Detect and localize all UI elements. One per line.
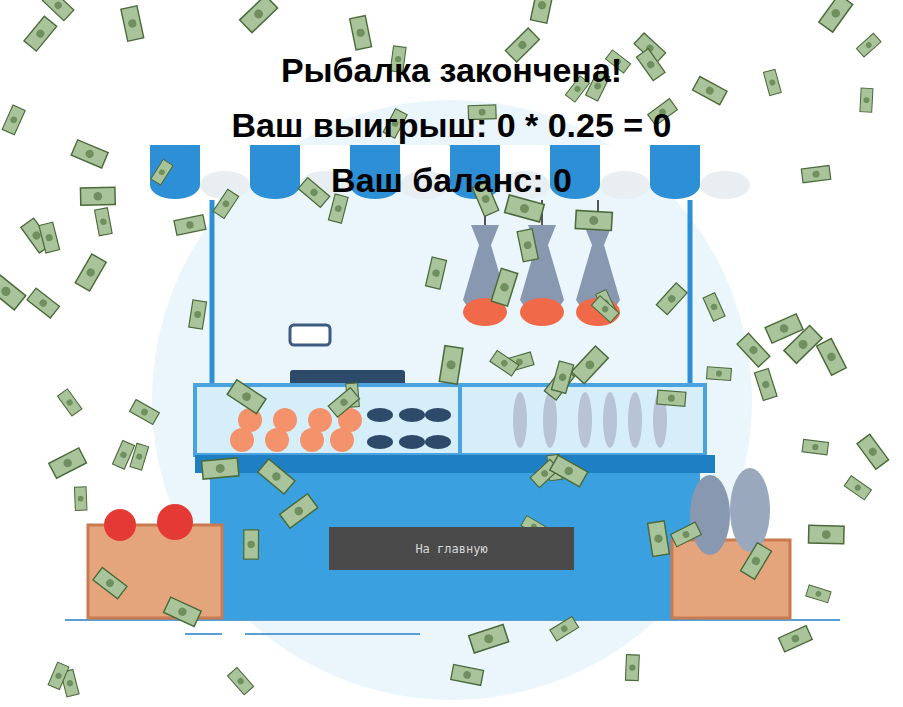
banknote-icon	[57, 389, 81, 416]
banknote-icon	[213, 189, 239, 218]
banknote-icon	[2, 105, 25, 135]
banknote-icon	[129, 400, 159, 425]
banknote-icon	[784, 326, 822, 364]
banknote-icon	[657, 390, 686, 406]
banknote-icon	[844, 476, 871, 500]
banknote-icon	[24, 16, 57, 51]
banknote-icon	[571, 346, 608, 384]
banknote-icon	[625, 655, 639, 681]
banknote-icon	[778, 626, 812, 652]
banknote-icon	[656, 283, 687, 315]
result-text: Рыбалка закончена!Ваш выигрыш: 0 * 0.25 …	[231, 43, 671, 208]
banknote-icon	[806, 585, 831, 603]
result-line: Ваш выигрыш: 0 * 0.25 = 0	[231, 98, 671, 153]
banknote-icon	[531, 0, 554, 23]
banknote-icon	[71, 140, 108, 168]
banknote-icon	[280, 494, 318, 529]
banknote-icon	[741, 543, 772, 580]
banknote-icon	[693, 77, 728, 105]
banknote-icon	[0, 273, 26, 310]
banknote-icon	[49, 448, 87, 478]
banknote-icon	[95, 208, 113, 236]
banknote-icon	[819, 0, 853, 32]
home-button[interactable]: На главную	[329, 527, 574, 570]
banknote-icon	[703, 293, 725, 321]
banknote-icon	[469, 624, 509, 652]
banknote-icon	[48, 662, 69, 689]
banknote-icon	[857, 434, 889, 469]
banknote-icon	[550, 616, 579, 641]
banknote-icon	[130, 443, 149, 470]
banknote-icon	[228, 668, 254, 695]
banknote-icon	[801, 165, 830, 182]
banknote-icon	[27, 288, 59, 318]
banknote-icon	[817, 338, 847, 375]
banknote-icon	[763, 69, 781, 95]
banknote-icon	[121, 6, 144, 41]
banknote-icon	[227, 380, 266, 414]
banknote-icon	[648, 521, 670, 557]
banknote-icon	[80, 187, 115, 205]
banknote-icon	[174, 215, 206, 236]
banknote-icon	[151, 159, 173, 185]
banknote-icon	[856, 33, 881, 57]
banknote-icon	[671, 522, 702, 547]
result-panel: Рыбалка закончена!Ваш выигрыш: 0 * 0.25 …	[0, 0, 903, 570]
banknote-icon	[808, 525, 844, 543]
banknote-icon	[75, 254, 106, 291]
banknote-icon	[240, 0, 278, 33]
banknote-icon	[350, 16, 372, 50]
banknote-icon	[802, 439, 828, 455]
banknote-icon	[706, 367, 731, 381]
banknote-icon	[39, 222, 60, 253]
banknote-icon	[591, 296, 619, 323]
banknote-icon	[202, 458, 239, 479]
banknote-icon	[451, 665, 484, 686]
banknote-icon	[575, 210, 612, 230]
banknote-icon	[42, 0, 73, 21]
banknote-icon	[551, 361, 573, 393]
banknote-icon	[636, 49, 665, 81]
banknote-icon	[258, 459, 295, 494]
banknote-icon	[860, 88, 873, 112]
game-over-screen: Рыбалка закончена!Ваш выигрыш: 0 * 0.25 …	[0, 0, 903, 707]
banknote-icon	[517, 229, 538, 262]
banknote-icon	[490, 350, 519, 376]
result-line: Рыбалка закончена!	[281, 43, 622, 98]
banknote-icon	[491, 268, 518, 306]
banknote-icon	[74, 487, 87, 511]
banknote-icon	[189, 300, 207, 329]
banknote-icon	[298, 178, 330, 208]
banknote-icon	[505, 195, 545, 222]
banknote-icon	[426, 257, 447, 289]
banknote-icon	[550, 455, 588, 487]
banknote-icon	[93, 568, 127, 599]
actions: На главную	[329, 527, 574, 570]
result-line: Ваш баланс: 0	[331, 153, 572, 208]
banknote-icon	[328, 388, 359, 418]
banknote-icon	[439, 346, 463, 385]
banknote-icon	[754, 369, 777, 401]
banknote-icon	[737, 333, 770, 367]
banknote-icon	[244, 530, 259, 559]
banknote-icon	[164, 597, 202, 626]
